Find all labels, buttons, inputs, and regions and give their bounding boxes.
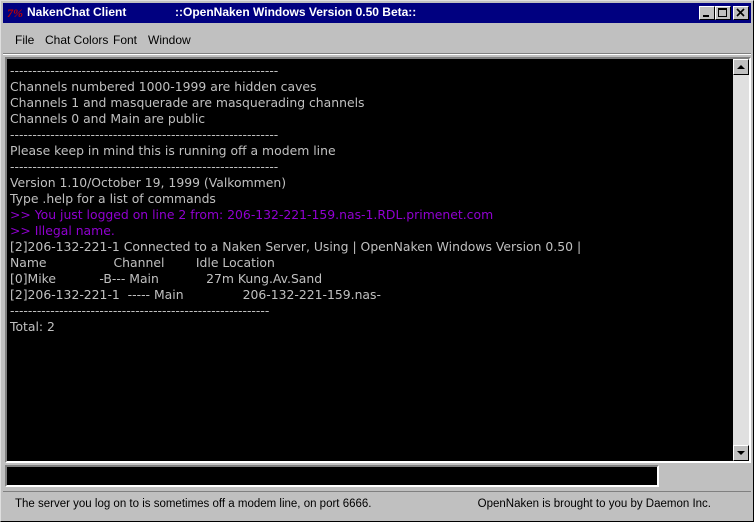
credits-message: OpenNaken is brought to you by Daemon In… [477, 498, 711, 510]
menu-file[interactable]: File [15, 33, 34, 47]
maximize-button[interactable] [715, 6, 731, 20]
scroll-down-button[interactable] [733, 445, 749, 461]
maximize-icon [718, 8, 727, 17]
chat-line: Name Channel Idle Location [10, 255, 275, 270]
chat-line: Channels numbered 1000-1999 are hidden c… [10, 79, 317, 94]
menu-divider [3, 53, 751, 55]
menu-chat-colors[interactable]: Chat Colors [45, 33, 108, 47]
menu-font[interactable]: Font [113, 33, 137, 47]
chat-line: Please keep in mind this is running off … [10, 143, 336, 158]
app-window: 7% NakenChat Client ::OpenNaken Windows … [0, 0, 754, 522]
chat-line: ----------------------------------------… [10, 63, 279, 78]
app-icon[interactable]: 7% [7, 6, 23, 21]
menu-window-label: Window [148, 33, 191, 47]
app-title: NakenChat Client [27, 5, 127, 19]
chat-input[interactable] [7, 467, 657, 485]
vertical-scrollbar[interactable] [733, 59, 749, 461]
chat-line: ----------------------------------------… [10, 303, 270, 318]
chat-output-frame: ----------------------------------------… [5, 57, 751, 463]
chat-input-frame [5, 465, 659, 487]
title-bar[interactable]: 7% NakenChat Client ::OpenNaken Windows … [3, 3, 751, 23]
chat-line: Channels 0 and Main are public [10, 111, 206, 126]
status-message: The server you log on to is sometimes of… [15, 498, 372, 510]
scroll-down-icon [737, 451, 745, 455]
chat-line: >> Illegal name. [10, 223, 115, 238]
chat-output[interactable]: ----------------------------------------… [7, 59, 733, 461]
chat-line: Channels 1 and masquerade are masqueradi… [10, 95, 365, 110]
chat-line: ----------------------------------------… [10, 159, 279, 174]
status-bar: The server you log on to is sometimes of… [3, 491, 751, 520]
chat-line: Total: 2 [10, 319, 55, 334]
minimize-button[interactable] [699, 6, 715, 20]
chat-line: Type .help for a list of commands [10, 191, 216, 206]
chat-log: ----------------------------------------… [10, 63, 581, 335]
chat-line: [2]206-132-221-1 Connected to a Naken Se… [10, 239, 582, 254]
menu-chat-colors-label: Chat Colors [45, 33, 109, 47]
chat-line: [2]206-132-221-1 ----- Main 206-132-221-… [10, 287, 381, 302]
menu-file-label: File [15, 33, 35, 47]
close-button[interactable] [733, 6, 749, 20]
menu-bar: File Chat Colors Font Window [3, 25, 751, 53]
menu-font-label: Font [113, 33, 138, 47]
scroll-up-icon [737, 65, 745, 69]
chat-line: Version 1.10/October 19, 1999 (Valkommen… [10, 175, 287, 190]
menu-window[interactable]: Window [148, 33, 191, 47]
chat-line: [0]Mike -B--- Main 27m Kung.Av.Sand [10, 271, 323, 286]
chat-line: >> You just logged on line 2 from: 206-1… [10, 207, 494, 222]
chat-line: ----------------------------------------… [10, 127, 279, 142]
scroll-up-button[interactable] [733, 59, 749, 75]
minimize-icon [703, 15, 709, 17]
close-icon [736, 8, 745, 17]
window-subtitle: ::OpenNaken Windows Version 0.50 Beta:: [175, 5, 417, 19]
